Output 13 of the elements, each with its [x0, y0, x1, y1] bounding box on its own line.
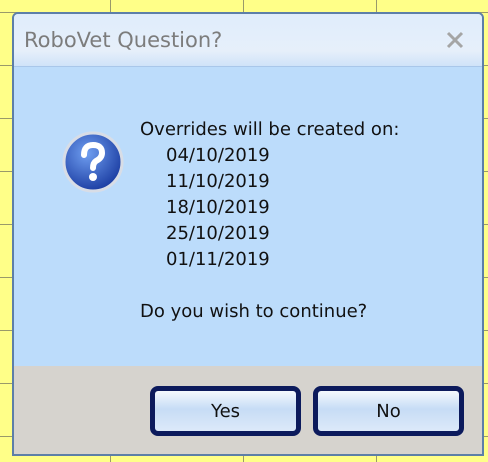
close-icon	[446, 31, 464, 49]
date-text: 04/10/2019	[166, 144, 271, 168]
date-text: 01/11/2019	[166, 248, 271, 272]
yes-button[interactable]: Yes	[150, 386, 301, 436]
date-text: 25/10/2019	[166, 222, 271, 246]
message-text: Overrides will be created on:	[140, 118, 400, 142]
date-text: 18/10/2019	[166, 196, 271, 220]
window-title: RoboVet Question?	[24, 28, 222, 52]
help-icon	[62, 131, 124, 193]
date-text: 11/10/2019	[166, 170, 271, 194]
close-button[interactable]	[446, 31, 464, 49]
question-text: Do you wish to continue?	[140, 300, 368, 324]
no-button[interactable]: No	[313, 386, 464, 436]
